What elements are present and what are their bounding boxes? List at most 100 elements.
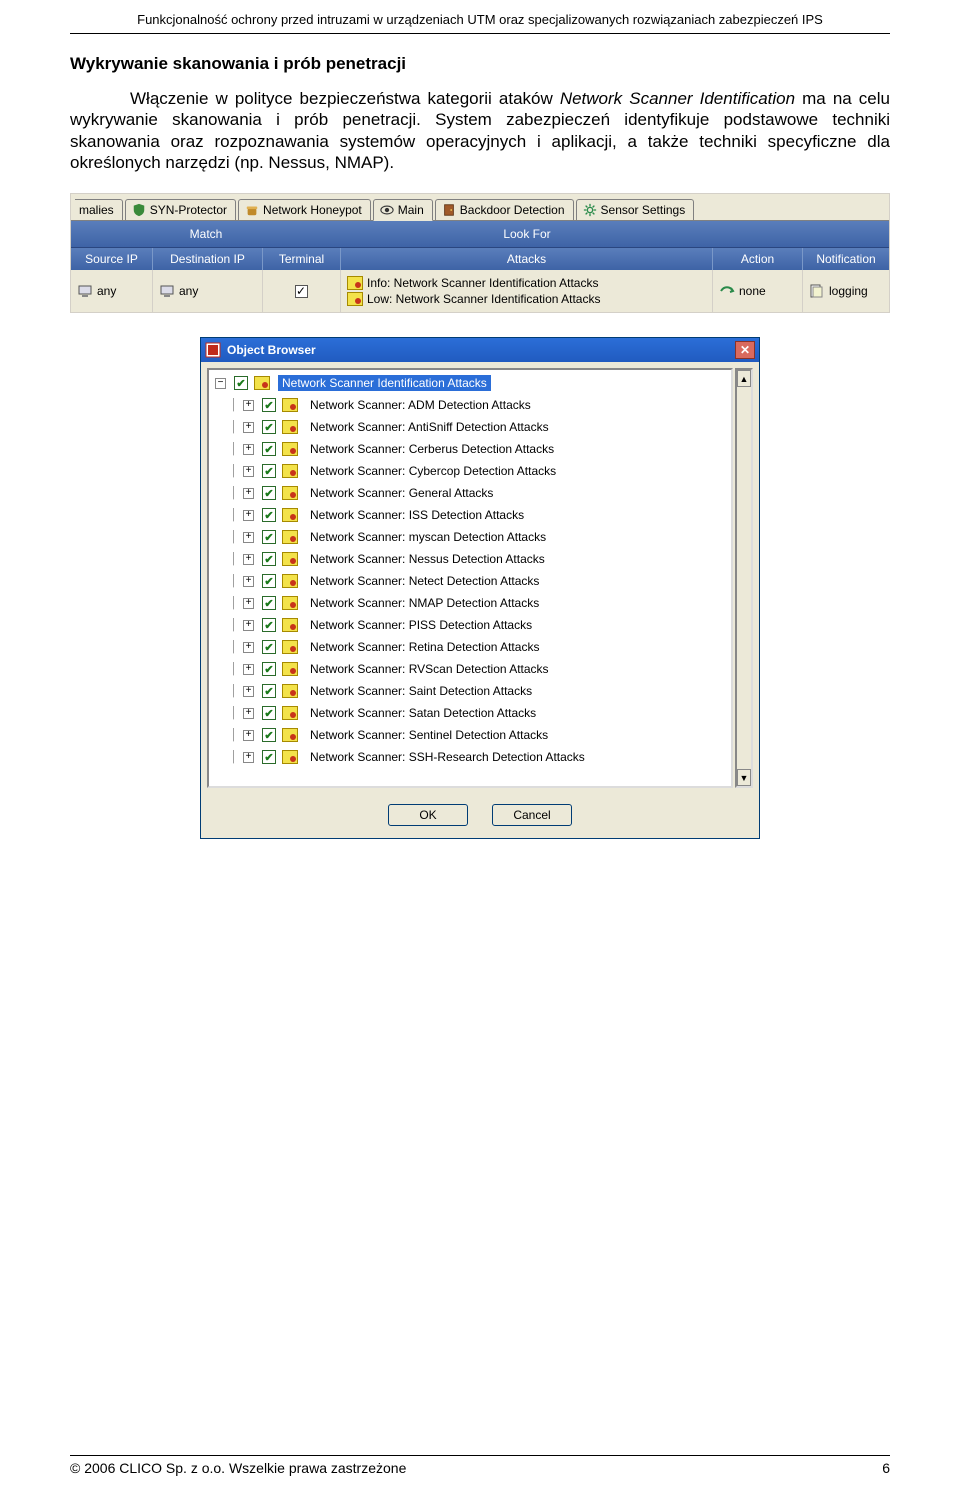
expand-toggle[interactable]: + (243, 532, 254, 543)
cell-attacks[interactable]: Info: Network Scanner Identification Att… (341, 270, 713, 312)
tree-item[interactable]: │+✔Network Scanner: ADM Detection Attack… (209, 394, 731, 416)
attack-category-icon (282, 530, 298, 544)
item-checkbox[interactable]: ✔ (262, 508, 276, 522)
col-spacer (713, 221, 889, 247)
expand-toggle[interactable]: + (243, 466, 254, 477)
item-checkbox[interactable]: ✔ (262, 662, 276, 676)
data-row[interactable]: any any Info: Network Scanner Identifi (71, 270, 889, 312)
tree-item[interactable]: │+✔Network Scanner: PISS Detection Attac… (209, 614, 731, 636)
tree-item[interactable]: │+✔Network Scanner: Cerberus Detection A… (209, 438, 731, 460)
action-none-icon (719, 283, 735, 299)
item-checkbox[interactable]: ✔ (262, 750, 276, 764)
tree-item-label: Network Scanner: PISS Detection Attacks (306, 617, 536, 633)
tree-item[interactable]: │+✔Network Scanner: Satan Detection Atta… (209, 702, 731, 724)
item-checkbox[interactable]: ✔ (262, 420, 276, 434)
item-checkbox[interactable]: ✔ (262, 706, 276, 720)
expand-toggle[interactable]: + (243, 598, 254, 609)
item-checkbox[interactable]: ✔ (262, 640, 276, 654)
item-checkbox[interactable]: ✔ (262, 618, 276, 632)
item-checkbox[interactable]: ✔ (262, 398, 276, 412)
col-action: Action (713, 248, 803, 270)
attack-category-icon (282, 728, 298, 742)
tree-item[interactable]: │+✔Network Scanner: Saint Detection Atta… (209, 680, 731, 702)
expand-toggle[interactable]: + (243, 422, 254, 433)
honeypot-icon (245, 203, 259, 217)
tab-main[interactable]: Main (373, 199, 433, 221)
attack-category-icon (282, 574, 298, 588)
expand-toggle[interactable]: + (243, 620, 254, 631)
tree-item[interactable]: │+✔Network Scanner: NMAP Detection Attac… (209, 592, 731, 614)
tab-honeypot[interactable]: Network Honeypot (238, 199, 371, 220)
ok-button[interactable]: OK (388, 804, 468, 826)
tree-item[interactable]: │+✔Network Scanner: Sentinel Detection A… (209, 724, 731, 746)
close-button[interactable]: ✕ (735, 341, 755, 359)
expand-toggle[interactable]: + (243, 664, 254, 675)
expand-toggle[interactable]: + (243, 400, 254, 411)
object-browser-title: Object Browser (227, 343, 316, 357)
item-checkbox[interactable]: ✔ (262, 728, 276, 742)
tree-item[interactable]: │+✔Network Scanner: Netect Detection Att… (209, 570, 731, 592)
tree-item[interactable]: │+✔Network Scanner: myscan Detection Att… (209, 526, 731, 548)
tab-backdoor[interactable]: Backdoor Detection (435, 199, 574, 220)
expand-toggle[interactable]: + (243, 488, 254, 499)
item-checkbox[interactable]: ✔ (262, 530, 276, 544)
cell-dest-ip[interactable]: any (153, 270, 263, 312)
scrollbar[interactable]: ▲ ▼ (735, 368, 753, 788)
cell-action[interactable]: none (713, 270, 803, 312)
footer-copyright: © 2006 CLICO Sp. z o.o. Wszelkie prawa z… (70, 1460, 406, 1476)
expand-toggle[interactable]: − (215, 378, 226, 389)
expand-toggle[interactable]: + (243, 730, 254, 741)
tree-item[interactable]: │+✔Network Scanner: AntiSniff Detection … (209, 416, 731, 438)
scroll-down-button[interactable]: ▼ (737, 769, 751, 786)
item-checkbox[interactable]: ✔ (234, 376, 248, 390)
tree-item[interactable]: │+✔Network Scanner: Cybercop Detection A… (209, 460, 731, 482)
tree-item[interactable]: │+✔Network Scanner: Nessus Detection Att… (209, 548, 731, 570)
expand-toggle[interactable]: + (243, 752, 254, 763)
tab-sensor-settings[interactable]: Sensor Settings (576, 199, 695, 220)
item-checkbox[interactable]: ✔ (262, 684, 276, 698)
scroll-track[interactable] (737, 387, 751, 769)
item-checkbox[interactable]: ✔ (262, 486, 276, 500)
item-checkbox[interactable]: ✔ (262, 574, 276, 588)
cell-terminal[interactable] (263, 270, 341, 312)
tree-item[interactable]: −✔Network Scanner Identification Attacks (209, 372, 731, 394)
grid-body: Match Look For Source IP Destination IP … (71, 220, 889, 312)
expand-toggle[interactable]: + (243, 554, 254, 565)
object-browser-titlebar[interactable]: Object Browser ✕ (201, 338, 759, 362)
tree-item[interactable]: │+✔Network Scanner: SSH-Research Detecti… (209, 746, 731, 768)
tab-syn-protector[interactable]: SYN-Protector (125, 199, 236, 220)
shield-icon (132, 203, 146, 217)
expand-toggle[interactable]: + (243, 510, 254, 521)
tree-item-label: Network Scanner: Netect Detection Attack… (306, 573, 543, 589)
attack-label: Info: Network Scanner Identification Att… (367, 276, 598, 290)
col-source-ip: Source IP (71, 248, 153, 270)
tab-malies[interactable]: malies (75, 199, 123, 220)
tree-item[interactable]: │+✔Network Scanner: General Attacks (209, 482, 731, 504)
tab-label: Main (398, 203, 424, 217)
expand-toggle[interactable]: + (243, 686, 254, 697)
expand-toggle[interactable]: + (243, 642, 254, 653)
host-icon (159, 283, 175, 299)
expand-toggle[interactable]: + (243, 444, 254, 455)
cancel-button[interactable]: Cancel (492, 804, 572, 826)
page-number: 6 (882, 1460, 890, 1476)
col-attacks: Attacks (341, 248, 713, 270)
cell-source-ip[interactable]: any (71, 270, 153, 312)
tree-connector: │ (227, 729, 241, 741)
host-icon (77, 283, 93, 299)
item-checkbox[interactable]: ✔ (262, 596, 276, 610)
expand-toggle[interactable]: + (243, 576, 254, 587)
scroll-up-button[interactable]: ▲ (737, 370, 751, 387)
item-checkbox[interactable]: ✔ (262, 464, 276, 478)
expand-toggle[interactable]: + (243, 708, 254, 719)
terminal-checkbox[interactable] (295, 285, 308, 298)
item-checkbox[interactable]: ✔ (262, 442, 276, 456)
tree-item[interactable]: │+✔Network Scanner: RVScan Detection Att… (209, 658, 731, 680)
settings-icon (583, 203, 597, 217)
tree-item[interactable]: │+✔Network Scanner: ISS Detection Attack… (209, 504, 731, 526)
cell-notification[interactable]: logging (803, 270, 889, 312)
tree-connector: │ (227, 465, 241, 477)
item-checkbox[interactable]: ✔ (262, 552, 276, 566)
tree-view[interactable]: −✔Network Scanner Identification Attacks… (207, 368, 733, 788)
tree-item[interactable]: │+✔Network Scanner: Retina Detection Att… (209, 636, 731, 658)
